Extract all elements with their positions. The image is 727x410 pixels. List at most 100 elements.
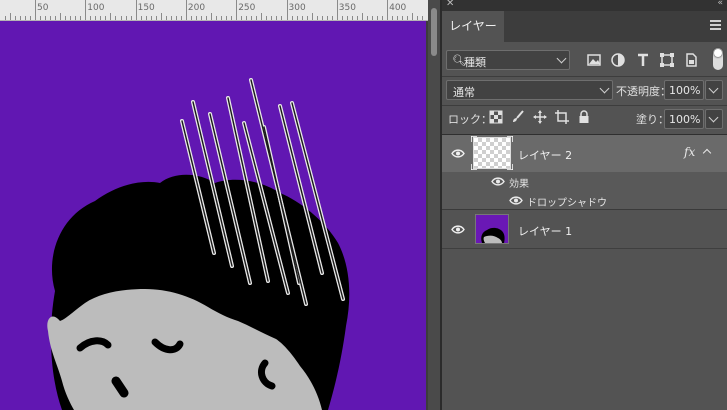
ruler-tick bbox=[35, 0, 36, 20]
ruler-tick bbox=[29, 16, 31, 20]
lock-image-pixels-icon[interactable] bbox=[511, 110, 525, 124]
ruler-tick bbox=[75, 16, 77, 20]
ruler-tick bbox=[226, 16, 228, 20]
fill-input[interactable]: 100% bbox=[664, 109, 704, 129]
smart-object-filter-icon[interactable] bbox=[683, 52, 699, 68]
ruler-tick bbox=[100, 16, 102, 20]
ruler-tick bbox=[377, 16, 379, 20]
ruler-tick bbox=[105, 16, 107, 20]
lock-artboard-icon[interactable] bbox=[555, 110, 569, 124]
filter-toggle-switch[interactable] bbox=[713, 48, 723, 70]
ruler-tick bbox=[175, 16, 177, 20]
ruler-label: 300 bbox=[288, 3, 306, 13]
opacity-dropdown-button[interactable] bbox=[705, 80, 723, 100]
adjustment-filter-icon[interactable] bbox=[610, 52, 626, 68]
ruler-tick bbox=[50, 16, 52, 20]
ruler-label: 50 bbox=[37, 3, 49, 13]
ruler-tick bbox=[336, 0, 338, 20]
ruler-tick bbox=[231, 16, 233, 20]
ruler-tick bbox=[115, 16, 117, 20]
panel-menu-icon[interactable] bbox=[710, 20, 721, 32]
opacity-label: 不透明度： bbox=[616, 85, 671, 98]
ruler-tick bbox=[185, 0, 187, 20]
ruler-tick bbox=[422, 16, 424, 20]
ruler-tick bbox=[19, 16, 21, 20]
ruler-tick bbox=[90, 16, 92, 20]
ruler-tick bbox=[221, 16, 223, 20]
ruler-tick bbox=[140, 16, 142, 20]
ruler-tick bbox=[9, 13, 11, 20]
ruler-tick bbox=[311, 13, 313, 20]
divider bbox=[442, 105, 727, 106]
ruler-tick bbox=[402, 16, 404, 20]
fill-dropdown-button[interactable] bbox=[705, 109, 723, 129]
lock-transparent-pixels-icon[interactable] bbox=[489, 110, 503, 124]
layer-name[interactable]: レイヤー 1 bbox=[518, 223, 572, 239]
ruler-tick bbox=[301, 16, 303, 20]
ruler-tick bbox=[372, 16, 373, 20]
ruler-tick bbox=[211, 13, 213, 20]
fx-icon[interactable]: fx bbox=[684, 145, 695, 159]
ruler-tick bbox=[351, 16, 353, 20]
layer-thumbnail-transparent bbox=[473, 137, 511, 169]
ruler-tick bbox=[155, 16, 157, 20]
ruler-label: 100 bbox=[87, 3, 105, 13]
ruler-tick bbox=[382, 16, 384, 20]
shape-filter-icon[interactable] bbox=[659, 52, 675, 68]
tab-layers[interactable]: レイヤー bbox=[442, 11, 504, 42]
chevron-up-icon[interactable] bbox=[702, 148, 712, 158]
ruler-tick bbox=[261, 13, 263, 20]
blend-mode-select[interactable]: 通常 bbox=[446, 80, 613, 100]
ruler-tick bbox=[356, 16, 358, 20]
ruler-tick bbox=[190, 16, 192, 20]
artboard[interactable] bbox=[0, 21, 426, 410]
ruler-tick bbox=[120, 16, 122, 20]
drop-shadow-effect-row[interactable]: ドロップシャドウ bbox=[442, 190, 727, 209]
ruler-tick bbox=[341, 16, 343, 20]
layer-name[interactable]: レイヤー 2 bbox=[518, 147, 572, 163]
ruler-tick bbox=[361, 13, 363, 20]
canvas-artwork bbox=[0, 21, 426, 410]
blend-mode-value: 通常 bbox=[453, 86, 475, 99]
visibility-eye-icon[interactable] bbox=[451, 225, 465, 234]
opacity-input[interactable]: 100% bbox=[664, 80, 704, 100]
layer-row-layer-1[interactable]: レイヤー 1 bbox=[442, 210, 727, 248]
ruler-tick bbox=[407, 16, 409, 20]
visibility-eye-icon[interactable] bbox=[451, 149, 465, 158]
chevron-down-icon bbox=[708, 112, 719, 123]
ruler-tick bbox=[417, 16, 419, 20]
chevron-down-icon bbox=[599, 83, 610, 94]
drop-shadow-visibility-eye-icon[interactable] bbox=[509, 196, 523, 205]
ruler-tick bbox=[306, 16, 308, 20]
effects-visibility-eye-icon[interactable] bbox=[491, 177, 505, 186]
ruler-tick bbox=[60, 13, 62, 20]
ruler-label: 150 bbox=[137, 3, 155, 13]
ruler-tick bbox=[286, 0, 288, 20]
document-canvas-area[interactable]: 50 100 150 200 250 300 350 400 bbox=[0, 0, 440, 410]
ruler-tick bbox=[130, 16, 132, 20]
ruler-tick bbox=[412, 13, 414, 20]
ruler-tick bbox=[85, 0, 87, 20]
lock-all-icon[interactable] bbox=[577, 110, 591, 124]
ruler-tick bbox=[346, 16, 348, 20]
vertical-scrollbar[interactable] bbox=[428, 0, 440, 410]
lock-position-icon[interactable] bbox=[533, 110, 547, 124]
chevron-down-icon bbox=[556, 53, 567, 64]
ruler-tick bbox=[326, 16, 328, 20]
ruler-tick bbox=[150, 16, 152, 20]
ruler-tick bbox=[281, 16, 283, 20]
collapse-panel-icon[interactable]: « bbox=[717, 0, 723, 8]
ruler-tick bbox=[135, 0, 137, 20]
layer-effects-row[interactable]: 効果 bbox=[442, 172, 727, 190]
close-panel-icon[interactable]: ✕ bbox=[446, 0, 454, 9]
image-filter-icon[interactable] bbox=[586, 52, 602, 68]
ruler-tick bbox=[180, 16, 182, 20]
scrollbar-thumb[interactable] bbox=[431, 8, 437, 56]
type-filter-icon[interactable] bbox=[635, 52, 651, 68]
layer-filter-select[interactable]: 🔍︎ 種類 bbox=[446, 50, 570, 70]
layer-row-layer-2[interactable]: レイヤー 2 fx bbox=[442, 135, 727, 172]
ruler-tick bbox=[316, 16, 318, 20]
ruler-tick bbox=[4, 16, 6, 20]
ruler-tick bbox=[55, 16, 57, 20]
filter-kind-label: 種類 bbox=[464, 56, 486, 69]
